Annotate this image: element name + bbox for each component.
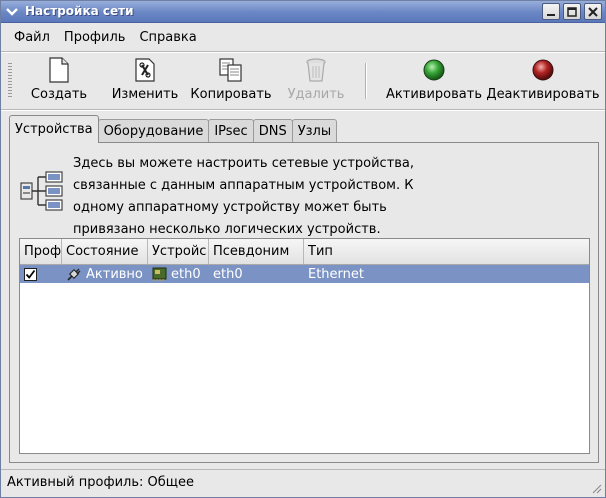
toolbar-divider [1,109,605,111]
toolbar-grip[interactable] [8,63,12,99]
profile-cell [20,265,62,283]
chevron-down-icon [6,7,18,16]
toolbar-separator [365,63,367,99]
copy-button[interactable]: Копировать [189,55,273,107]
connected-plug-icon [67,268,81,281]
copy-label: Копировать [190,87,272,102]
description-line: одному аппаратному устройству может быть [73,200,387,215]
red-led-icon [532,59,554,81]
deactivate-button[interactable]: Деактивировать [486,55,600,107]
status-cell: Активно [62,265,148,283]
alias-cell: eth0 [209,265,304,283]
title-bar[interactable]: Настройка сети [1,1,605,23]
column-type[interactable]: Тип [304,239,589,264]
column-alias[interactable]: Псевдоним [209,239,304,264]
info-icon-wrapper [20,171,66,214]
network-card-icon [152,267,167,281]
edit-button[interactable]: Изменить [109,55,181,107]
network-devices-icon [20,171,63,211]
minimize-button[interactable] [542,3,560,20]
tab-ipsec[interactable]: IPsec [208,119,254,143]
device-cell: eth0 [148,265,209,283]
edit-label: Изменить [111,87,179,102]
table-row[interactable]: Активно eth0 eth0 Ethernet [20,265,589,283]
status-bar: Активный профиль: Общее [1,469,605,497]
activate-label: Активировать [386,87,482,102]
deactivate-label: Деактивировать [486,87,600,102]
minimize-icon [547,13,555,16]
edit-properties-icon [135,58,155,82]
profile-checkbox[interactable] [24,267,37,281]
column-profile[interactable]: Проф [20,239,62,264]
column-status[interactable]: Состояние [62,239,148,264]
device-text: eth0 [171,266,201,282]
devices-description: Здесь вы можете настроить сетевые устрой… [73,153,433,241]
description-line: связанные с данным аппаратным устройство… [73,178,414,193]
delete-button[interactable]: Удалить [285,55,347,107]
activate-button[interactable]: Активировать [386,55,482,107]
tab-hardware[interactable]: Оборудование [97,119,210,143]
green-led-icon [423,59,445,81]
tab-bar: Устройства Оборудование IPsec DNS Узлы [9,115,338,143]
menu-file[interactable]: Файл [7,26,57,49]
alias-text: eth0 [213,266,243,282]
resize-grip-icon[interactable] [590,482,602,494]
tab-devices[interactable]: Устройства [9,115,99,143]
window-title: Настройка сети [25,4,134,18]
description-line: Здесь вы можете настроить сетевые устрой… [73,156,415,171]
checkmark-icon [25,269,36,279]
type-cell: Ethernet [304,265,589,283]
type-text: Ethernet [308,266,364,282]
maximize-button[interactable] [563,3,581,20]
network-config-window: Настройка сети Файл Профиль Справка Созд… [0,0,606,498]
menu-help[interactable]: Справка [132,26,203,49]
active-profile-status: Активный профиль: Общее [7,475,195,490]
menu-bar: Файл Профиль Справка [1,23,605,51]
delete-label: Удалить [287,87,345,102]
maximize-icon [567,6,577,17]
create-button[interactable]: Создать [29,55,89,107]
tab-dns[interactable]: DNS [252,119,293,143]
list-header: Проф Состояние Устройс Псевдоним Тип [20,239,589,265]
close-button[interactable] [584,3,602,20]
status-text: Активно [86,266,143,282]
tab-hosts[interactable]: Узлы [291,119,338,143]
window-menu-button[interactable] [3,3,21,20]
close-icon [588,6,598,17]
trash-icon [306,58,326,82]
copy-icon [219,58,242,82]
new-document-icon [49,57,69,83]
devices-panel: Здесь вы можете настроить сетевые устрой… [9,142,599,463]
menu-profile[interactable]: Профиль [57,26,133,49]
column-device[interactable]: Устройс [148,239,209,264]
devices-list[interactable]: Проф Состояние Устройс Псевдоним Тип Акт… [19,238,590,454]
create-label: Создать [30,87,88,102]
toolbar: Создать Изменить Копировать Удалить Акти… [1,53,605,109]
